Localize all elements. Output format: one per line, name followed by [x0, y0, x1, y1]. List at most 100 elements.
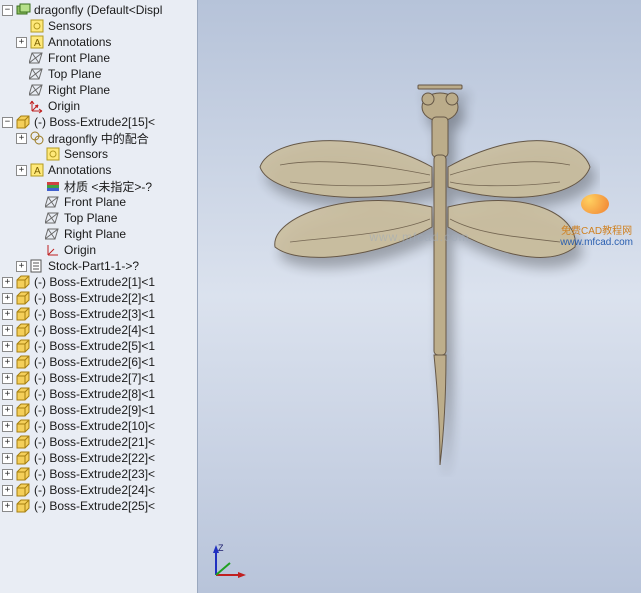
- tree-node-front-plane-2[interactable]: Front Plane: [0, 194, 197, 210]
- watermark-center: www.mfcad.com: [369, 230, 469, 244]
- expand-icon[interactable]: +: [16, 133, 27, 144]
- tree-root[interactable]: − dragonfly (Default<Displ: [0, 2, 197, 18]
- tree-label: Origin: [64, 243, 96, 257]
- tree-node-annotations[interactable]: + A Annotations: [0, 34, 197, 50]
- expand-icon[interactable]: +: [2, 501, 13, 512]
- expand-icon[interactable]: +: [2, 453, 13, 464]
- tree-label: (-) Boss-Extrude2[3]<1: [34, 307, 155, 321]
- tree-node-stock[interactable]: + Stock-Part1-1->?: [0, 258, 197, 274]
- tree-node-right-plane-2[interactable]: Right Plane: [0, 226, 197, 242]
- tree-node-right-plane[interactable]: Right Plane: [0, 82, 197, 98]
- tree-node-feature[interactable]: + (-) Boss-Extrude2[25]<: [0, 498, 197, 514]
- tree-label: Top Plane: [48, 67, 101, 81]
- expand-icon[interactable]: +: [2, 389, 13, 400]
- feature-icon: [15, 466, 31, 482]
- expand-icon[interactable]: +: [2, 405, 13, 416]
- expand-icon[interactable]: +: [2, 357, 13, 368]
- tree-label: (-) Boss-Extrude2[23]<: [34, 467, 155, 481]
- expand-icon[interactable]: +: [16, 261, 27, 272]
- tree-node-feature[interactable]: + (-) Boss-Extrude2[2]<1: [0, 290, 197, 306]
- tree-node-mates[interactable]: + dragonfly 中的配合: [0, 130, 197, 146]
- expand-icon[interactable]: +: [2, 485, 13, 496]
- tree-node-origin[interactable]: Origin: [0, 98, 197, 114]
- tree-node-front-plane[interactable]: Front Plane: [0, 50, 197, 66]
- tree-node-feature[interactable]: + (-) Boss-Extrude2[5]<1: [0, 338, 197, 354]
- tree-label: Sensors: [64, 147, 108, 161]
- tree-label: (-) Boss-Extrude2[22]<: [34, 451, 155, 465]
- feature-icon: [15, 306, 31, 322]
- plane-icon: [29, 50, 45, 66]
- annotations-icon: A: [29, 162, 45, 178]
- feature-icon: [15, 450, 31, 466]
- tree-node-feature[interactable]: + (-) Boss-Extrude2[3]<1: [0, 306, 197, 322]
- tree-label: (-) Boss-Extrude2[7]<1: [34, 371, 155, 385]
- feature-icon: [15, 274, 31, 290]
- feature-tree[interactable]: − dragonfly (Default<Displ Sensors + A A…: [0, 0, 197, 516]
- triad-z-label: Z: [218, 543, 224, 553]
- tree-label: (-) Boss-Extrude2[24]<: [34, 483, 155, 497]
- expand-icon[interactable]: +: [2, 469, 13, 480]
- tree-root-label: dragonfly (Default<Displ: [34, 3, 162, 17]
- expand-icon[interactable]: +: [2, 293, 13, 304]
- watermark-right-text: 免费CAD教程网: [560, 222, 633, 237]
- sensor-icon: [29, 18, 45, 34]
- tree-node-feature[interactable]: +(-) Boss-Extrude2[4]<1: [0, 322, 197, 338]
- tree-node-sensors[interactable]: Sensors: [0, 18, 197, 34]
- tree-node-feature[interactable]: +(-) Boss-Extrude2[1]<1: [0, 274, 197, 290]
- graphics-viewport[interactable]: www.mfcad.com 免费CAD教程网 www.mfcad.com Z: [198, 0, 641, 593]
- tree-node-sensors-2[interactable]: Sensors: [0, 146, 197, 162]
- tree-node-feature[interactable]: +(-) Boss-Extrude2[9]<1: [0, 402, 197, 418]
- tree-node-material[interactable]: 材质 <未指定>-?: [0, 178, 197, 194]
- tree-node-feature[interactable]: +(-) Boss-Extrude2[21]<: [0, 434, 197, 450]
- feature-icon: [15, 434, 31, 450]
- tree-label: Right Plane: [48, 83, 110, 97]
- plane-icon: [29, 66, 45, 82]
- feature-icon: [15, 482, 31, 498]
- tree-node-origin-2[interactable]: Origin: [0, 242, 197, 258]
- tree-label: Annotations: [48, 35, 111, 49]
- feature-tree-panel[interactable]: − dragonfly (Default<Displ Sensors + A A…: [0, 0, 198, 593]
- tree-label: dragonfly 中的配合: [48, 130, 149, 147]
- tree-node-top-plane-2[interactable]: Top Plane: [0, 210, 197, 226]
- sensor-icon: [45, 146, 61, 162]
- feature-icon: [15, 402, 31, 418]
- collapse-icon[interactable]: −: [2, 5, 13, 16]
- plane-icon: [45, 210, 61, 226]
- expand-icon[interactable]: +: [2, 421, 13, 432]
- expand-placeholder: [16, 21, 27, 32]
- tree-label: (-) Boss-Extrude2[8]<1: [34, 387, 155, 401]
- tree-label: (-) Boss-Extrude2[10]<: [34, 419, 155, 433]
- tree-label: Annotations: [48, 163, 111, 177]
- expand-icon[interactable]: +: [2, 373, 13, 384]
- expand-icon[interactable]: +: [2, 309, 13, 320]
- tree-label: (-) Boss-Extrude2[5]<1: [34, 339, 155, 353]
- tree-node-top-plane[interactable]: Top Plane: [0, 66, 197, 82]
- tree-node-feature-15[interactable]: − (-) Boss-Extrude2[15]<: [0, 114, 197, 130]
- expand-icon[interactable]: +: [2, 437, 13, 448]
- expand-icon[interactable]: +: [2, 341, 13, 352]
- tree-node-feature[interactable]: + (-) Boss-Extrude2[23]<: [0, 466, 197, 482]
- tree-node-annotations-2[interactable]: + A Annotations: [0, 162, 197, 178]
- feature-icon: [15, 370, 31, 386]
- tree-node-feature[interactable]: + (-) Boss-Extrude2[22]<: [0, 450, 197, 466]
- watermark-logo-icon: [577, 190, 617, 220]
- tree-label: (-) Boss-Extrude2[2]<1: [34, 291, 155, 305]
- feature-icon: [15, 498, 31, 514]
- tree-node-feature[interactable]: +(-) Boss-Extrude2[6]<1: [0, 354, 197, 370]
- expand-icon[interactable]: +: [2, 325, 13, 336]
- tree-node-feature[interactable]: + (-) Boss-Extrude2[7]<1: [0, 370, 197, 386]
- tree-label: Stock-Part1-1->?: [48, 259, 139, 273]
- view-triad[interactable]: Z: [208, 543, 248, 583]
- expand-icon[interactable]: +: [16, 165, 27, 176]
- collapse-icon[interactable]: −: [2, 117, 13, 128]
- tree-node-feature[interactable]: + (-) Boss-Extrude2[24]<: [0, 482, 197, 498]
- material-icon: [45, 178, 61, 194]
- tree-label: Origin: [48, 99, 80, 113]
- tree-node-feature[interactable]: + (-) Boss-Extrude2[8]<1: [0, 386, 197, 402]
- model-dragonfly: [240, 57, 600, 477]
- expand-icon[interactable]: +: [2, 277, 13, 288]
- tree-label: (-) Boss-Extrude2[25]<: [34, 499, 155, 513]
- expand-icon[interactable]: +: [16, 37, 27, 48]
- tree-node-feature[interactable]: + (-) Boss-Extrude2[10]<: [0, 418, 197, 434]
- tree-label: Top Plane: [64, 211, 117, 225]
